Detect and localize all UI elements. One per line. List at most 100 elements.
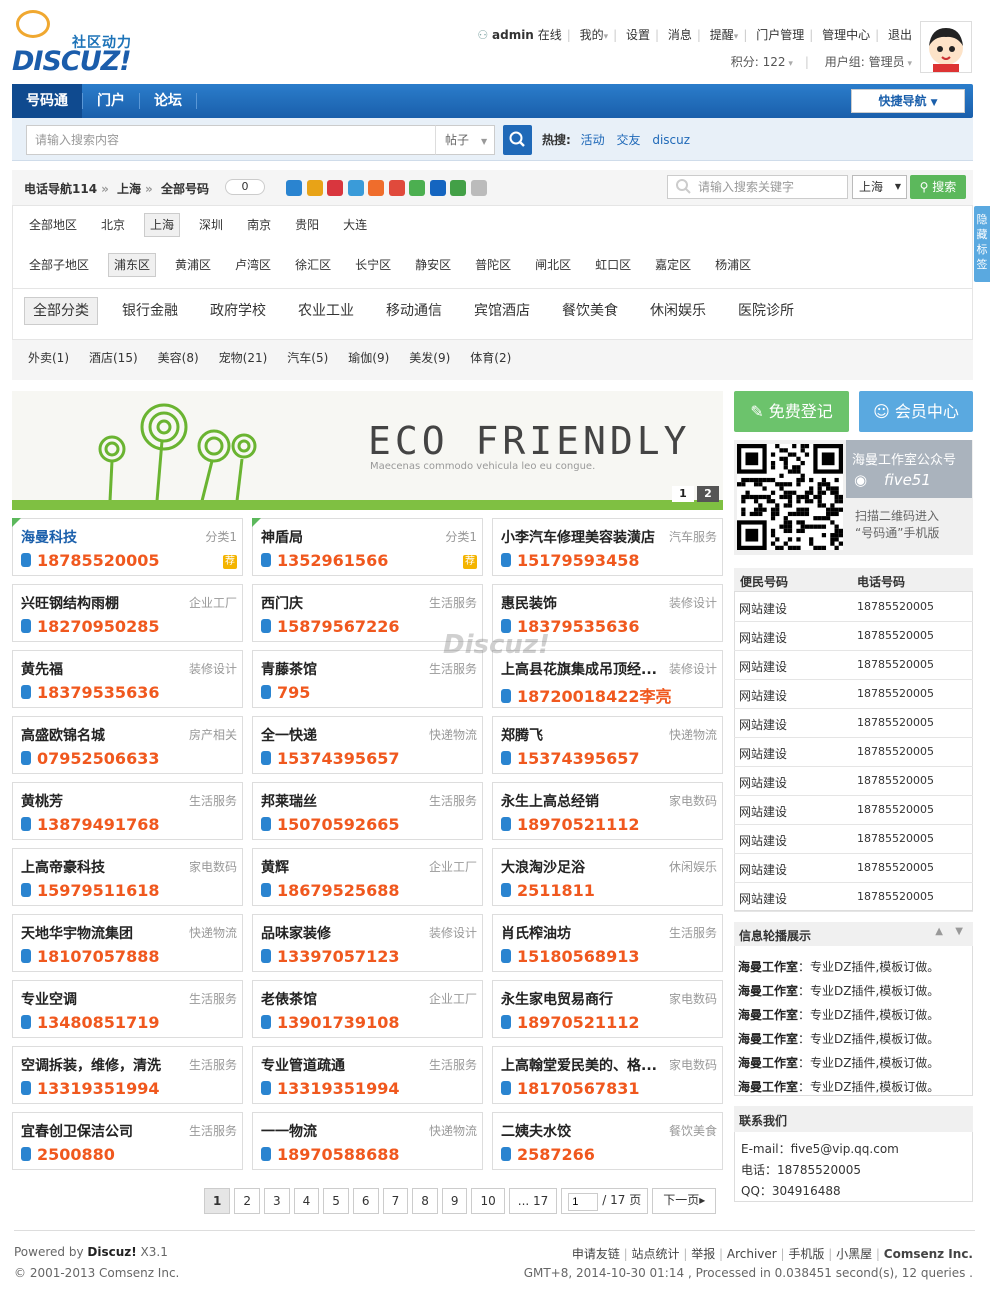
listing-name[interactable]: 空调拆装，维修，清洗 [21,1055,181,1075]
subcategory-item-6[interactable]: 美发(9) [409,340,450,376]
listing-card[interactable]: 天地华宇物流集团 快递物流 18107057888 [12,914,243,972]
listing-card[interactable]: 神盾局 分类1 1352961566 荐 [252,518,483,576]
arrow-up-icon[interactable]: ▲ [935,926,943,937]
list-item[interactable]: 海曼工作室：专业DZ插件,模板订做。 [738,1030,939,1047]
listing-card[interactable]: 老俵茶馆 企业工厂 13901739108 [252,980,483,1038]
list-item[interactable]: 海曼工作室：专业DZ插件,模板订做。 [738,1078,939,1095]
listing-name[interactable]: 天地华宇物流集团 [21,923,181,943]
listing-card[interactable]: 空调拆装，维修，清洗 生活服务 13319351994 [12,1046,243,1104]
share-icon[interactable] [388,180,405,196]
footer-link-1[interactable]: 站点统计 [632,1247,680,1261]
listing-card[interactable]: 品味家装修 装修设计 13397057123 [252,914,483,972]
member-center-button[interactable]: ☺ 会员中心 [859,391,973,432]
page-5[interactable]: 6 [352,1188,379,1214]
my-menu[interactable]: 我的 [580,28,604,42]
category-item-3[interactable]: 农业工业 [290,297,362,325]
list-item[interactable]: 海曼工作室：专业DZ插件,模板订做。 [738,982,939,999]
subcategory-item-5[interactable]: 瑜伽(9) [348,340,389,376]
portal-admin-link[interactable]: 门户管理 [756,28,804,42]
listing-card[interactable]: 宜春创卫保洁公司 生活服务 2500880 [12,1112,243,1170]
listing-card[interactable]: 黄辉 企业工厂 18679525688 [252,848,483,906]
messages-link[interactable]: 消息 [668,28,692,42]
avatar[interactable] [920,21,972,73]
hot-keyword-friends[interactable]: 交友 [616,133,640,147]
region-item-1[interactable]: 北京 [96,213,130,237]
listing-card[interactable]: 永生上高总经销 家电数码 18970521112 [492,782,723,840]
city-select[interactable]: 上海 ▼ [852,175,907,199]
category-item-5[interactable]: 宾馆酒店 [466,297,538,325]
footer-company[interactable]: Comsenz Inc. [884,1247,973,1261]
banner-slider[interactable]: ECO FRIENDLY Maecenas commodo vehicula l… [12,391,723,510]
listing-card[interactable]: 专业管道疏通 生活服务 13319351994 [252,1046,483,1104]
breadcrumb-city[interactable]: 上海 [117,182,141,196]
region-item-5[interactable]: 贵阳 [290,213,324,237]
page-1[interactable]: 2 [234,1188,260,1214]
footer-link-0[interactable]: 申请友链 [572,1247,620,1261]
district-item-6[interactable]: 静安区 [410,253,456,277]
table-row[interactable]: 网站建设 18785520005 [734,883,973,912]
points-menu[interactable]: 积分: 122 [731,55,786,69]
keyword-search-button[interactable]: ⚲ 搜索 [910,175,966,199]
settings-link[interactable]: 设置 [626,28,650,42]
share-icon[interactable] [368,180,384,196]
listing-name[interactable]: 兴旺钢结构雨棚 [21,593,181,613]
share-icon[interactable] [470,180,487,196]
table-row[interactable]: 网站建设 18785520005 [734,622,973,651]
search-type-select[interactable]: 帖子 ▼ [435,125,495,155]
notify-menu[interactable]: 提醒 [710,28,734,42]
search-input[interactable]: 请输入搜索内容 [26,125,436,155]
table-row[interactable]: 网站建设 18785520005 [734,680,973,709]
list-item[interactable]: 海曼工作室：专业DZ插件,模板订做。 [738,958,939,975]
page-10[interactable]: ... 17 [508,1188,558,1214]
share-icon[interactable] [429,180,446,196]
listing-card[interactable]: 海曼科技 分类1 18785520005 荐 [12,518,243,576]
category-item-7[interactable]: 休闲娱乐 [642,297,714,325]
listing-card[interactable]: 黄桃芳 生活服务 13879491768 [12,782,243,840]
subcategory-item-4[interactable]: 汽车(5) [287,340,328,376]
table-row[interactable]: 网站建设 18785520005 [734,709,973,738]
listing-name[interactable]: 老俵茶馆 [261,989,421,1009]
share-icon[interactable] [286,180,302,196]
footer-link-5[interactable]: 小黑屋 [836,1247,872,1261]
hide-tabs-button[interactable]: 隐藏标签 [974,206,990,282]
listing-name[interactable]: 大浪淘沙足浴 [501,857,661,877]
listing-card[interactable]: 大浪淘沙足浴 休闲娱乐 2511811 [492,848,723,906]
region-item-3[interactable]: 深圳 [194,213,228,237]
listing-name[interactable]: 黄桃芳 [21,791,181,811]
next-page-button[interactable]: 下一页 ▸ [652,1188,717,1214]
region-item-2[interactable]: 上海 [144,213,181,237]
listing-card[interactable]: 郑腾飞 快递物流 15374395657 [492,716,723,774]
listing-name[interactable]: 肖氏榨油坊 [501,923,661,943]
table-row[interactable]: 网站建设 18785520005 [734,825,973,854]
district-item-0[interactable]: 全部子地区 [24,253,94,277]
district-item-8[interactable]: 闸北区 [530,253,576,277]
banner-page-1[interactable]: 1 [672,486,694,502]
page-input[interactable] [568,1193,599,1211]
listing-name[interactable]: 全一快递 [261,725,421,745]
admin-center-link[interactable]: 管理中心 [822,28,870,42]
page-9[interactable]: 10 [471,1188,505,1214]
table-row[interactable]: 网站建设 18785520005 [734,854,973,883]
keyword-input[interactable]: 请输入搜索关键字 [667,175,848,199]
listing-name[interactable]: 上高县花旗集成吊顶经... [501,659,661,679]
username-link[interactable]: admin [492,28,534,42]
district-item-10[interactable]: 嘉定区 [650,253,696,277]
region-item-0[interactable]: 全部地区 [24,213,82,237]
listing-card[interactable]: 小李汽车修理美容装潢店 汽车服务 15179593458 [492,518,723,576]
share-icon[interactable] [327,180,343,196]
list-item[interactable]: 海曼工作室：专业DZ插件,模板订做。 [738,1006,939,1023]
listing-card[interactable]: 黄先福 装修设计 18379535636 [12,650,243,708]
table-row[interactable]: 网站建设 18785520005 [734,767,973,796]
district-item-5[interactable]: 长宁区 [350,253,396,277]
site-logo[interactable]: 社区动力 DISCUZ! [12,10,147,78]
region-item-4[interactable]: 南京 [242,213,276,237]
listing-name[interactable]: 高盛欧锦名城 [21,725,181,745]
listing-name[interactable]: 永生上高总经销 [501,791,661,811]
district-item-2[interactable]: 黄浦区 [170,253,216,277]
category-item-6[interactable]: 餐饮美食 [554,297,626,325]
table-row[interactable]: 网站建设 18785520005 [734,593,973,622]
arrow-down-icon[interactable]: ▼ [955,926,963,937]
listing-card[interactable]: 专业空调 生活服务 13480851719 [12,980,243,1038]
page-8[interactable]: 9 [441,1188,468,1214]
logout-link[interactable]: 退出 [888,28,912,42]
